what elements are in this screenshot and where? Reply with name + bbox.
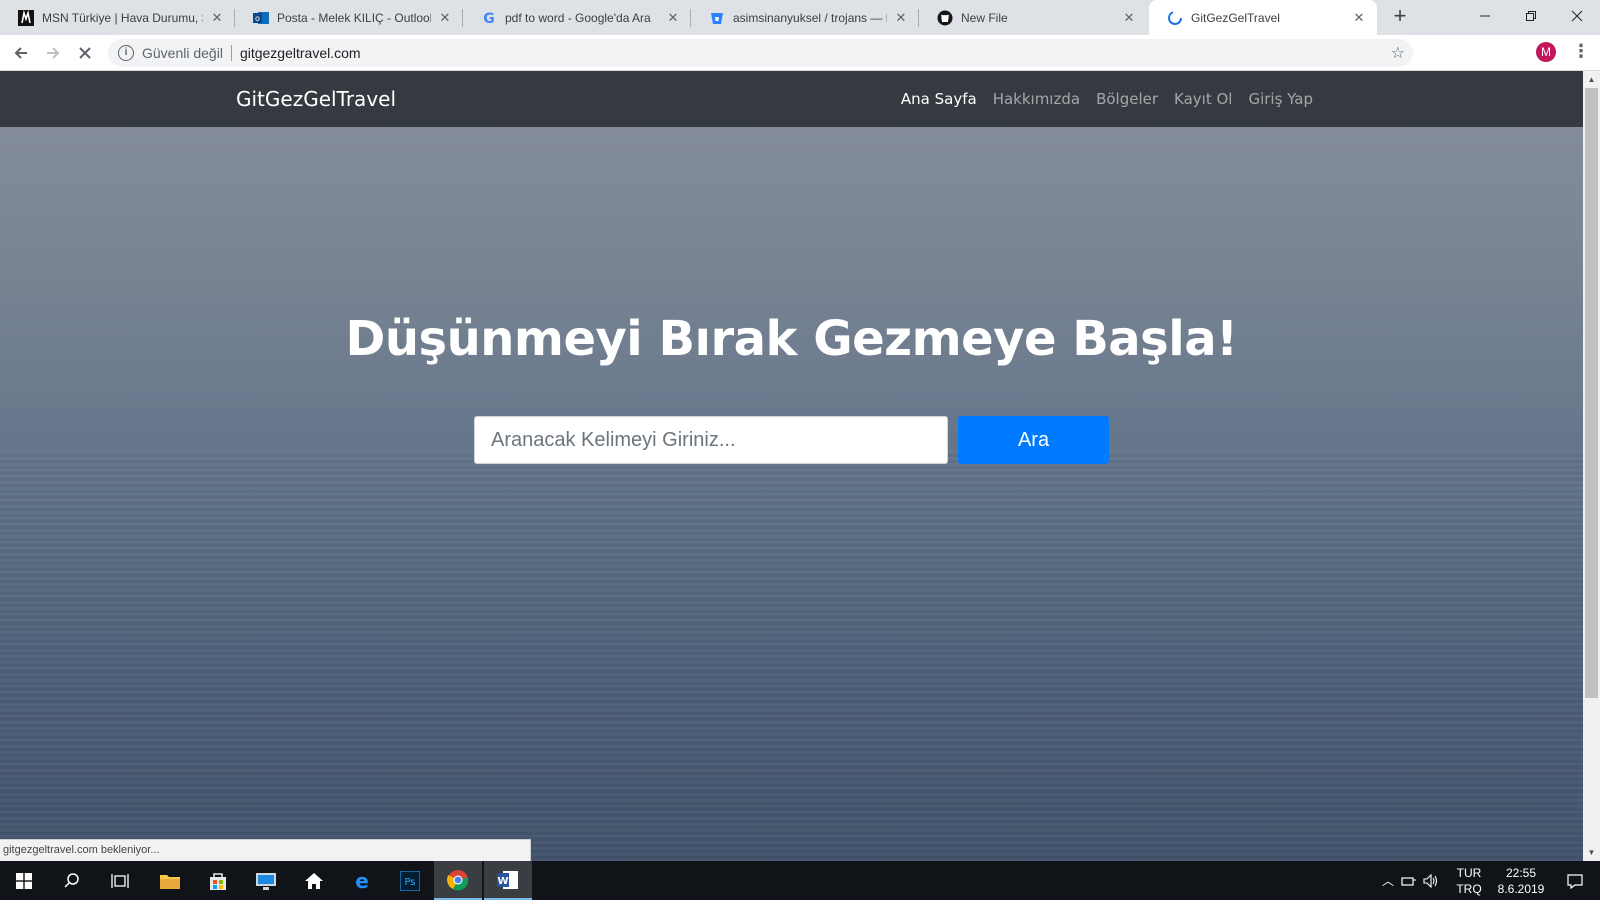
scroll-up-arrow-icon[interactable]: ▲ <box>1583 71 1600 88</box>
close-icon[interactable]: ✕ <box>437 10 453 26</box>
svg-text:G: G <box>483 11 495 26</box>
chrome-taskbar-icon[interactable] <box>434 861 482 900</box>
tray-chevron-up-icon[interactable]: ︿ <box>1378 861 1398 900</box>
browser-tab[interactable]: G pdf to word - Google'da Ara ✕ <box>463 0 691 35</box>
task-view-button[interactable] <box>96 861 144 900</box>
msn-icon <box>18 9 34 26</box>
close-icon[interactable]: ✕ <box>665 10 681 26</box>
remote-desktop-taskbar-icon[interactable] <box>242 861 290 900</box>
word-taskbar-icon[interactable]: W <box>484 861 532 900</box>
search-input[interactable] <box>474 416 948 464</box>
browser-tab[interactable]: asimsinanyuksel / trojans — Bit ✕ <box>691 0 919 35</box>
search-button[interactable] <box>48 861 96 900</box>
back-arrow-icon <box>14 47 27 59</box>
tab-title: Posta - Melek KILIÇ - Outlook <box>277 10 431 25</box>
outlook-icon: o <box>253 10 269 26</box>
tab-title: New File <box>961 10 1008 25</box>
google-icon: G <box>481 10 497 26</box>
svg-text:W: W <box>497 876 508 887</box>
close-icon[interactable]: ✕ <box>893 10 909 26</box>
browser-tab-strip: MSN Türkiye | Hava Durumu, S ✕ o Posta -… <box>0 0 1600 35</box>
page-scrollbar[interactable]: ▲ ▼ <box>1583 71 1600 861</box>
github-icon <box>937 10 953 26</box>
browser-status-bar: gitgezgeltravel.com bekleniyor... <box>0 839 531 861</box>
tab-title: asimsinanyuksel / trojans — Bit <box>733 10 887 25</box>
task-view-icon <box>111 873 129 888</box>
svg-text:e: e <box>355 871 369 891</box>
minimize-icon <box>1480 15 1490 17</box>
close-icon[interactable]: ✕ <box>209 10 225 26</box>
hero-background-image <box>0 451 1583 861</box>
language-code: TUR <box>1456 866 1482 880</box>
restore-button[interactable] <box>1508 0 1554 32</box>
back-button[interactable] <box>9 41 33 65</box>
search-icon <box>64 872 79 888</box>
info-icon[interactable]: i <box>118 45 134 61</box>
browser-tab[interactable]: New File ✕ <box>919 0 1147 35</box>
tab-title: pdf to word - Google'da Ara <box>505 10 651 25</box>
new-tab-button[interactable]: + <box>1388 5 1412 29</box>
nav-link-ana-sayfa[interactable]: Ana Sayfa <box>901 90 977 108</box>
network-icon[interactable] <box>1398 861 1420 900</box>
store-taskbar-icon[interactable] <box>194 861 242 900</box>
security-label: Güvenli değil <box>142 45 223 61</box>
hero-title: Düşünmeyi Bırak Gezmeye Başla! <box>345 311 1238 367</box>
windows-logo-icon <box>16 872 32 889</box>
input-language-indicator[interactable]: TUR TRQ <box>1454 865 1484 897</box>
close-icon[interactable]: ✕ <box>1351 10 1367 26</box>
forward-arrow-icon <box>47 47 60 59</box>
url-text[interactable]: gitgezgeltravel.com <box>240 45 361 61</box>
forward-button[interactable] <box>41 41 65 65</box>
photoshop-taskbar-icon[interactable]: Ps <box>386 861 434 900</box>
start-button[interactable] <box>0 861 48 900</box>
profile-avatar[interactable]: M <box>1536 42 1556 62</box>
search-button[interactable]: Ara <box>958 416 1109 464</box>
stop-icon <box>79 47 91 59</box>
nav-link-giris-yap[interactable]: Giriş Yap <box>1248 90 1313 108</box>
close-icon[interactable]: ✕ <box>1121 10 1137 26</box>
site-brand[interactable]: GitGezGelTravel <box>236 87 396 111</box>
restore-icon <box>1526 11 1536 21</box>
svg-text:o: o <box>255 14 260 23</box>
keyboard-layout: TRQ <box>1456 882 1482 896</box>
scroll-down-arrow-icon[interactable]: ▼ <box>1583 844 1600 861</box>
close-icon <box>1571 10 1583 22</box>
scroll-thumb[interactable] <box>1585 88 1598 698</box>
site-navbar: GitGezGelTravel Ana Sayfa Hakkımızda Böl… <box>0 71 1583 127</box>
volume-icon[interactable] <box>1420 861 1442 900</box>
browser-tab[interactable]: MSN Türkiye | Hava Durumu, S ✕ <box>0 0 235 35</box>
browser-tab-active[interactable]: GitGezGelTravel ✕ <box>1149 0 1377 35</box>
home-taskbar-icon[interactable] <box>290 861 338 900</box>
browser-toolbar: i Güvenli değil gitgezgeltravel.com ☆ U <box>0 35 1600 93</box>
loading-spinner-icon <box>1167 10 1183 26</box>
minimize-button[interactable] <box>1462 0 1508 32</box>
file-explorer-taskbar-icon[interactable] <box>146 861 194 900</box>
edge-taskbar-icon[interactable]: e <box>338 861 386 900</box>
window-close-button[interactable] <box>1554 0 1600 32</box>
nav-link-bolgeler[interactable]: Bölgeler <box>1096 90 1158 108</box>
clock-date: 8.6.2019 <box>1497 882 1545 896</box>
menu-kebab-icon[interactable]: ⋮ <box>1572 40 1590 62</box>
stop-loading-button[interactable] <box>73 41 97 65</box>
clock-time: 22:55 <box>1505 866 1537 880</box>
svg-text:Ps: Ps <box>404 877 415 888</box>
system-clock[interactable]: 22:55 8.6.2019 <box>1488 865 1554 897</box>
page-viewport: GitGezGelTravel Ana Sayfa Hakkımızda Böl… <box>0 71 1583 861</box>
bitbucket-icon <box>709 10 725 26</box>
nav-link-hakkimizda[interactable]: Hakkımızda <box>993 90 1080 108</box>
tab-title: MSN Türkiye | Hava Durumu, S <box>42 10 203 25</box>
bookmark-star-icon[interactable]: ☆ <box>1391 43 1405 63</box>
browser-tab[interactable]: o Posta - Melek KILIÇ - Outlook ✕ <box>235 0 463 35</box>
nav-link-kayit-ol[interactable]: Kayıt Ol <box>1174 90 1232 108</box>
tab-title: GitGezGelTravel <box>1191 10 1280 25</box>
notification-icon <box>1567 873 1583 889</box>
windows-taskbar: e Ps W ︿ TUR TRQ 22:55 8.6.2019 <box>0 861 1600 900</box>
nav-links: Ana Sayfa Hakkımızda Bölgeler Kayıt Ol G… <box>901 90 1313 108</box>
action-center-button[interactable] <box>1560 861 1590 900</box>
address-bar[interactable]: i Güvenli değil gitgezgeltravel.com ☆ <box>108 39 1413 67</box>
divider <box>230 45 232 61</box>
